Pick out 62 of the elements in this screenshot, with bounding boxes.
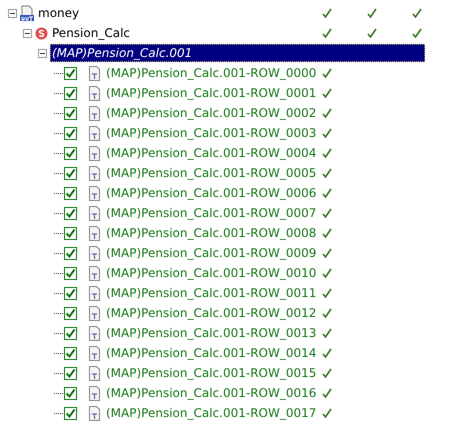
text-file-icon: [89, 406, 100, 420]
tree-item[interactable]: (MAP)Pension_Calc.001-ROW_0007: [105, 204, 319, 222]
tree-item[interactable]: (MAP)Pension_Calc.001-ROW_0013: [105, 324, 319, 342]
tree-item[interactable]: (MAP)Pension_Calc.001-ROW_0003: [105, 124, 319, 142]
tree-item[interactable]: (MAP)Pension_Calc.001-ROW_0005: [105, 164, 319, 182]
checkbox[interactable]: [64, 66, 77, 80]
document-icon: [20, 5, 34, 21]
checkbox[interactable]: [64, 326, 77, 340]
checkbox[interactable]: [64, 306, 77, 320]
checkbox[interactable]: [64, 406, 77, 420]
text-file-icon: [89, 86, 100, 100]
text-file-icon: [89, 66, 100, 80]
tree-item[interactable]: (MAP)Pension_Calc.001-ROW_0009: [105, 244, 319, 262]
tree-item[interactable]: (MAP)Pension_Calc.001-ROW_0008: [105, 224, 319, 242]
tree-item[interactable]: (MAP)Pension_Calc.001-ROW_0001: [105, 84, 319, 102]
tree-item[interactable]: (MAP)Pension_Calc.001-ROW_0011: [105, 284, 319, 302]
tree-item[interactable]: (MAP)Pension_Calc.001-ROW_0010: [105, 264, 319, 282]
text-file-icon: [89, 126, 100, 140]
text-file-icon: [89, 146, 100, 160]
checkbox[interactable]: [64, 366, 77, 380]
text-file-icon: [89, 206, 100, 220]
tree-item[interactable]: (MAP)Pension_Calc.001-ROW_0014: [105, 344, 319, 362]
checkbox[interactable]: [64, 146, 77, 160]
text-file-icon: [89, 366, 100, 380]
collapse-toggle[interactable]: [38, 48, 47, 58]
checkbox[interactable]: [64, 226, 77, 240]
tree-item[interactable]: (MAP)Pension_Calc.001-ROW_0006: [105, 184, 319, 202]
text-file-icon: [89, 286, 100, 300]
checkbox[interactable]: [64, 346, 77, 360]
s-badge-icon: [35, 26, 48, 40]
text-file-icon: [89, 186, 100, 200]
tree-item[interactable]: (MAP)Pension_Calc.001-ROW_0016: [105, 384, 319, 402]
checkbox[interactable]: [64, 186, 77, 200]
checkbox[interactable]: [64, 206, 77, 220]
checkbox[interactable]: [64, 286, 77, 300]
checkbox[interactable]: [64, 166, 77, 180]
checkbox[interactable]: [64, 246, 77, 260]
tree-item[interactable]: (MAP)Pension_Calc.001: [50, 44, 425, 62]
tree-item[interactable]: (MAP)Pension_Calc.001-ROW_0012: [105, 304, 319, 322]
tree-item[interactable]: (MAP)Pension_Calc.001-ROW_0000: [105, 64, 319, 82]
collapse-toggle[interactable]: [23, 28, 32, 38]
tree-item[interactable]: (MAP)Pension_Calc.001-ROW_0002: [105, 104, 319, 122]
checkbox[interactable]: [64, 386, 77, 400]
tree-item[interactable]: money: [37, 4, 319, 22]
text-file-icon: [89, 266, 100, 280]
tree-item[interactable]: (MAP)Pension_Calc.001-ROW_0017: [105, 404, 319, 422]
text-file-icon: [89, 326, 100, 340]
tree-item[interactable]: (MAP)Pension_Calc.001-ROW_0004: [105, 144, 319, 162]
text-file-icon: [89, 386, 100, 400]
text-file-icon: [89, 166, 100, 180]
text-file-icon: [89, 106, 100, 120]
checkbox[interactable]: [64, 266, 77, 280]
text-file-icon: [89, 306, 100, 320]
checkbox[interactable]: [64, 106, 77, 120]
checkbox[interactable]: [64, 126, 77, 140]
text-file-icon: [89, 346, 100, 360]
tree-item[interactable]: (MAP)Pension_Calc.001-ROW_0015: [105, 364, 319, 382]
checkbox[interactable]: [64, 86, 77, 100]
collapse-toggle[interactable]: [8, 8, 17, 18]
text-file-icon: [89, 226, 100, 240]
text-file-icon: [89, 246, 100, 260]
tree-item[interactable]: Pension_Calc: [51, 24, 319, 42]
